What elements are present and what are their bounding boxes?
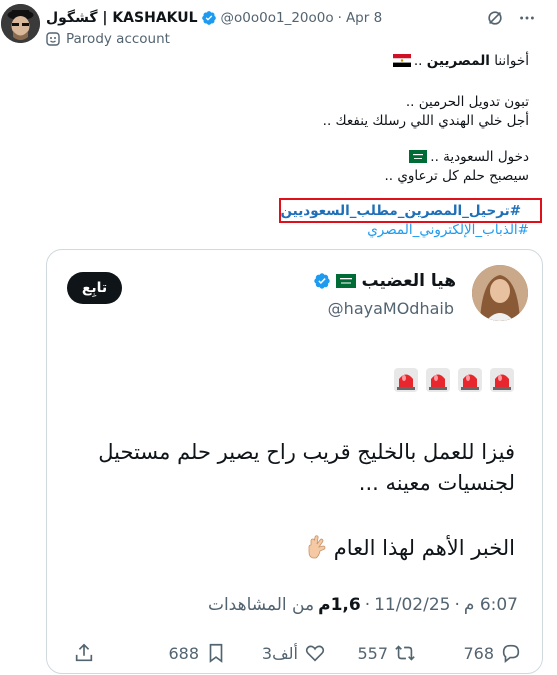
tweet-text-line-4: دخول السعودية .. — [406, 148, 529, 167]
hand-icon — [308, 535, 326, 559]
bookmark-count: 688 — [168, 643, 199, 663]
tweet-text-line-3: أجل خلي الهندي اللي رسلك ينفعك .. — [322, 113, 529, 129]
siren-icon — [490, 368, 514, 392]
text-suffix: .. — [413, 53, 427, 69]
share-icon — [75, 643, 93, 662]
saudi-flag-icon — [409, 150, 428, 163]
siren-icon — [394, 368, 418, 392]
share-button[interactable] — [73, 642, 95, 664]
quoted-meta: 6:07 م · 11/02/25 · 1,6م من المشاهدات — [208, 595, 518, 615]
quoted-author-handle[interactable]: @hayaMOdhaib — [328, 299, 454, 318]
meta-separator: · — [454, 595, 460, 615]
more-icon[interactable] — [517, 8, 537, 28]
hashtag-link[interactable]: #الذباب_الإلكتروني_المصري — [367, 222, 529, 238]
quoted-author-name-line: هيا العضيب — [313, 271, 456, 291]
like-count: 3ألف — [261, 643, 298, 663]
follow-button[interactable]: تابِع — [67, 272, 122, 304]
parody-icon — [46, 32, 60, 46]
verified-badge-icon — [314, 273, 331, 289]
siren-icon — [426, 368, 450, 392]
post-header-actions — [485, 8, 537, 28]
verified-badge-icon — [201, 11, 216, 25]
siren-row — [393, 367, 515, 393]
parody-label: Parody account — [46, 31, 170, 47]
tweet-text-line-1: أخواننا المصريين .. — [390, 52, 529, 71]
views-count[interactable]: 1,6م — [318, 595, 361, 615]
post: گشگول | KASHAKUL @o0o0o1_20o0o · Apr 8 P… — [0, 0, 557, 675]
quoted-text-line-3-content: الخبر الأهم لهذا العام — [333, 536, 515, 560]
egypt-flag-icon — [392, 54, 411, 67]
reply-icon — [502, 644, 520, 663]
bookmark-icon — [209, 643, 223, 663]
author-handle[interactable]: @o0o0o1_20o0o — [221, 10, 334, 26]
repost-count: 557 — [357, 643, 388, 663]
like-button[interactable]: 3ألف — [262, 642, 326, 664]
text-prefix: أخواننا — [489, 53, 529, 69]
author-display-name[interactable]: گشگول | KASHAKUL — [46, 10, 198, 26]
text-bold: المصريين — [426, 53, 490, 69]
quoted-tweet-card[interactable]: هيا العضيب @hayaMOdhaib تابِع فيزا للعمل… — [46, 249, 543, 674]
quoted-text-line-2: لجنسيات معينه ... — [358, 471, 515, 495]
author-line: گشگول | KASHAKUL @o0o0o1_20o0o · Apr 8 — [46, 8, 382, 28]
hashtag-link[interactable]: #ترحيل_المصرين_مطلب_السعوديين — [281, 203, 521, 219]
quoted-author-avatar[interactable] — [472, 265, 528, 321]
bookmark-button[interactable]: 688 — [168, 642, 227, 664]
tweet-text-line-5: سيصبح حلم كل ترعاوي .. — [384, 168, 529, 184]
like-icon — [305, 645, 325, 662]
text-line-4-content: دخول السعودية .. — [430, 149, 529, 165]
quoted-text-line-3: الخبر الأهم لهذا العام — [306, 533, 515, 563]
repost-button[interactable]: 557 — [357, 642, 416, 664]
quoted-date[interactable]: 11/02/25 — [374, 595, 450, 615]
parody-label-text: Parody account — [66, 31, 170, 47]
tweet-text-line-2: تبون تدويل الحرمين .. — [405, 94, 529, 110]
reply-count: 768 — [463, 643, 494, 663]
quoted-time[interactable]: 6:07 م — [464, 595, 518, 615]
saudi-flag-icon — [336, 274, 357, 288]
separator-dot: · — [337, 10, 342, 26]
grok-icon[interactable] — [485, 8, 505, 28]
meta-separator: · — [364, 595, 371, 615]
quoted-text-line-1: فيزا للعمل بالخليج قريب راح يصير حلم مست… — [98, 440, 515, 464]
author-avatar[interactable] — [1, 4, 40, 43]
repost-icon — [395, 645, 415, 661]
siren-icon — [458, 368, 482, 392]
quoted-author-name[interactable]: هيا العضيب — [361, 271, 456, 291]
action-bar: 768 557 3ألف 688 — [47, 642, 544, 670]
reply-button[interactable]: 768 — [463, 642, 522, 664]
post-date[interactable]: Apr 8 — [346, 10, 382, 26]
views-label: من المشاهدات — [207, 595, 315, 615]
